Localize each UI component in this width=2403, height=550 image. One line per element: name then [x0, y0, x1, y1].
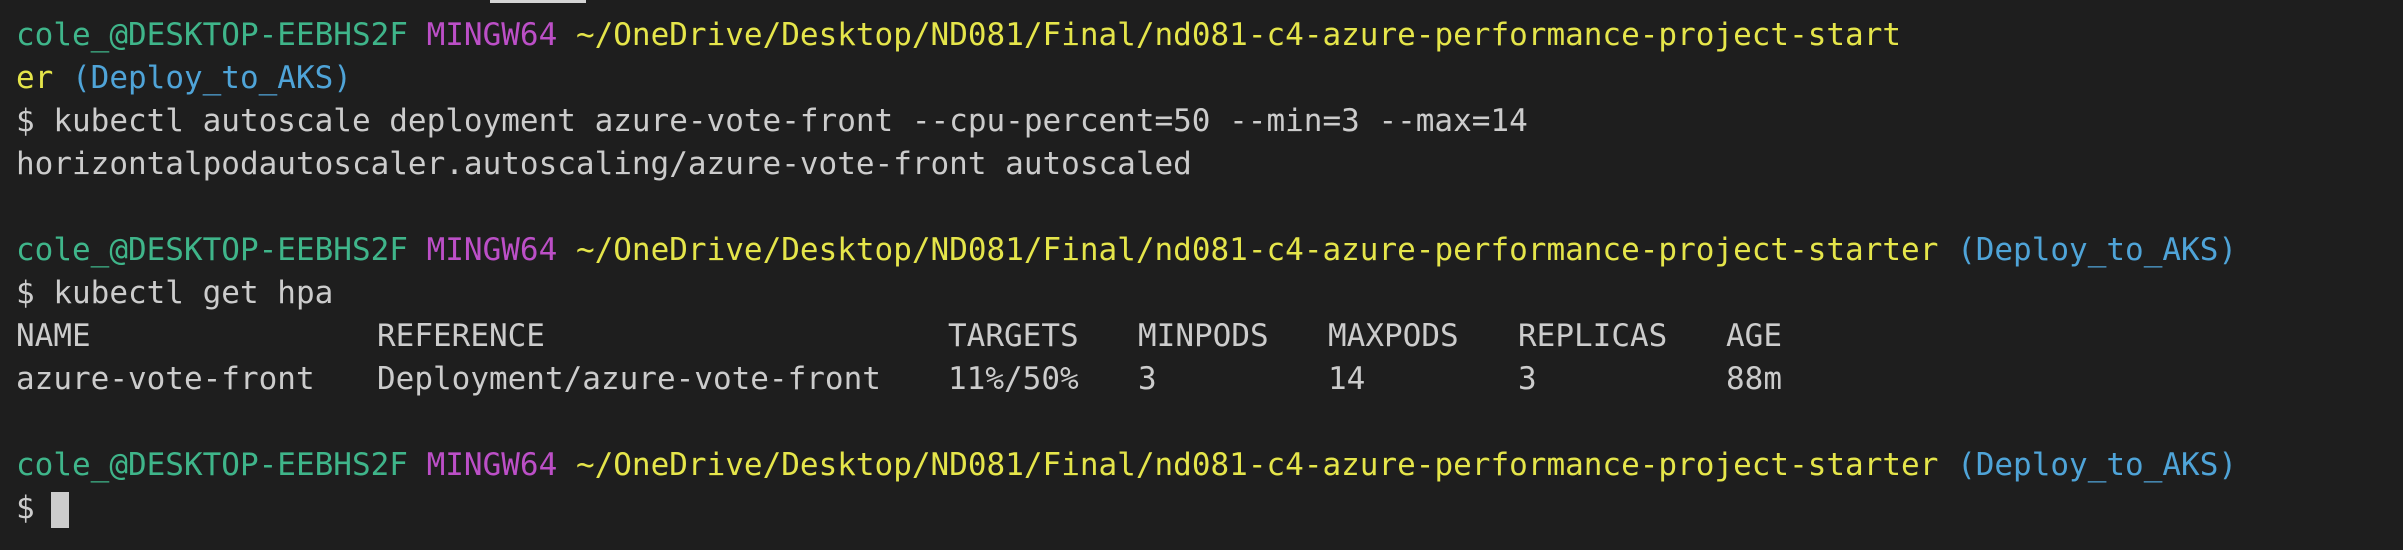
table-header-maxpods: MAXPODS	[1328, 318, 1459, 354]
table-header-minpods: MINPODS	[1138, 318, 1269, 354]
prompt-user: cole_@DESKTOP-EEBHS2F	[16, 232, 408, 268]
prompt-line: cole_@DESKTOP-EEBHS2F MINGW64 ~/OneDrive…	[16, 444, 2403, 487]
command-line: $ kubectl get hpa	[16, 275, 334, 311]
prompt-line: cole_@DESKTOP-EEBHS2F MINGW64 ~/OneDrive…	[16, 14, 2403, 57]
table-row: azure-vote-front Deployment/azure-vote-f…	[16, 358, 2403, 401]
command-output: horizontalpodautoscaler.autoscaling/azur…	[16, 146, 1192, 182]
table-header-name: NAME	[16, 318, 91, 354]
table-cell-replicas: 3	[1518, 361, 1537, 397]
table-cell-targets: 11%/50%	[948, 361, 1079, 397]
prompt-user: cole_@DESKTOP-EEBHS2F	[16, 17, 408, 53]
table-cell-maxpods: 14	[1328, 361, 1366, 397]
prompt-line: cole_@DESKTOP-EEBHS2F MINGW64 ~/OneDrive…	[16, 229, 2403, 272]
terminal-window[interactable]: cole_@DESKTOP-EEBHS2F MINGW64 ~/OneDrive…	[0, 0, 2403, 550]
prompt-branch: (Deploy_to_AKS)	[1957, 447, 2238, 483]
prompt-path: ~/OneDrive/Desktop/ND081/Final/nd081-c4-…	[575, 17, 1902, 53]
table-header-age: AGE	[1726, 318, 1782, 354]
prompt-line-wrap: er (Deploy_to_AKS)	[16, 57, 2403, 100]
table-cell-age: 88m	[1726, 361, 1782, 397]
prompt-branch: (Deploy_to_AKS)	[1957, 232, 2238, 268]
prompt-branch: (Deploy_to_AKS)	[72, 60, 352, 96]
prompt-path: ~/OneDrive/Desktop/ND081/Final/nd081-c4-…	[575, 232, 1939, 268]
command-input-line[interactable]: $	[16, 487, 2403, 530]
table-header-row: NAME REFERENCE TARGETS MINPODS MAXPODS R…	[16, 315, 2403, 358]
table-header-replicas: REPLICAS	[1518, 318, 1668, 354]
scroll-indicator	[490, 0, 586, 3]
table-cell-reference: Deployment/azure-vote-front	[377, 361, 881, 397]
command-line: $ kubectl autoscale deployment azure-vot…	[16, 103, 1528, 139]
prompt-env: MINGW64	[426, 447, 558, 483]
table-header-reference: REFERENCE	[377, 318, 545, 354]
prompt-path-wrap: er	[16, 60, 54, 96]
table-cell-minpods: 3	[1138, 361, 1157, 397]
table-header-targets: TARGETS	[948, 318, 1079, 354]
prompt-env: MINGW64	[426, 232, 558, 268]
prompt-path: ~/OneDrive/Desktop/ND081/Final/nd081-c4-…	[575, 447, 1939, 483]
table-cell-name: azure-vote-front	[16, 361, 315, 397]
prompt-env: MINGW64	[426, 17, 558, 53]
